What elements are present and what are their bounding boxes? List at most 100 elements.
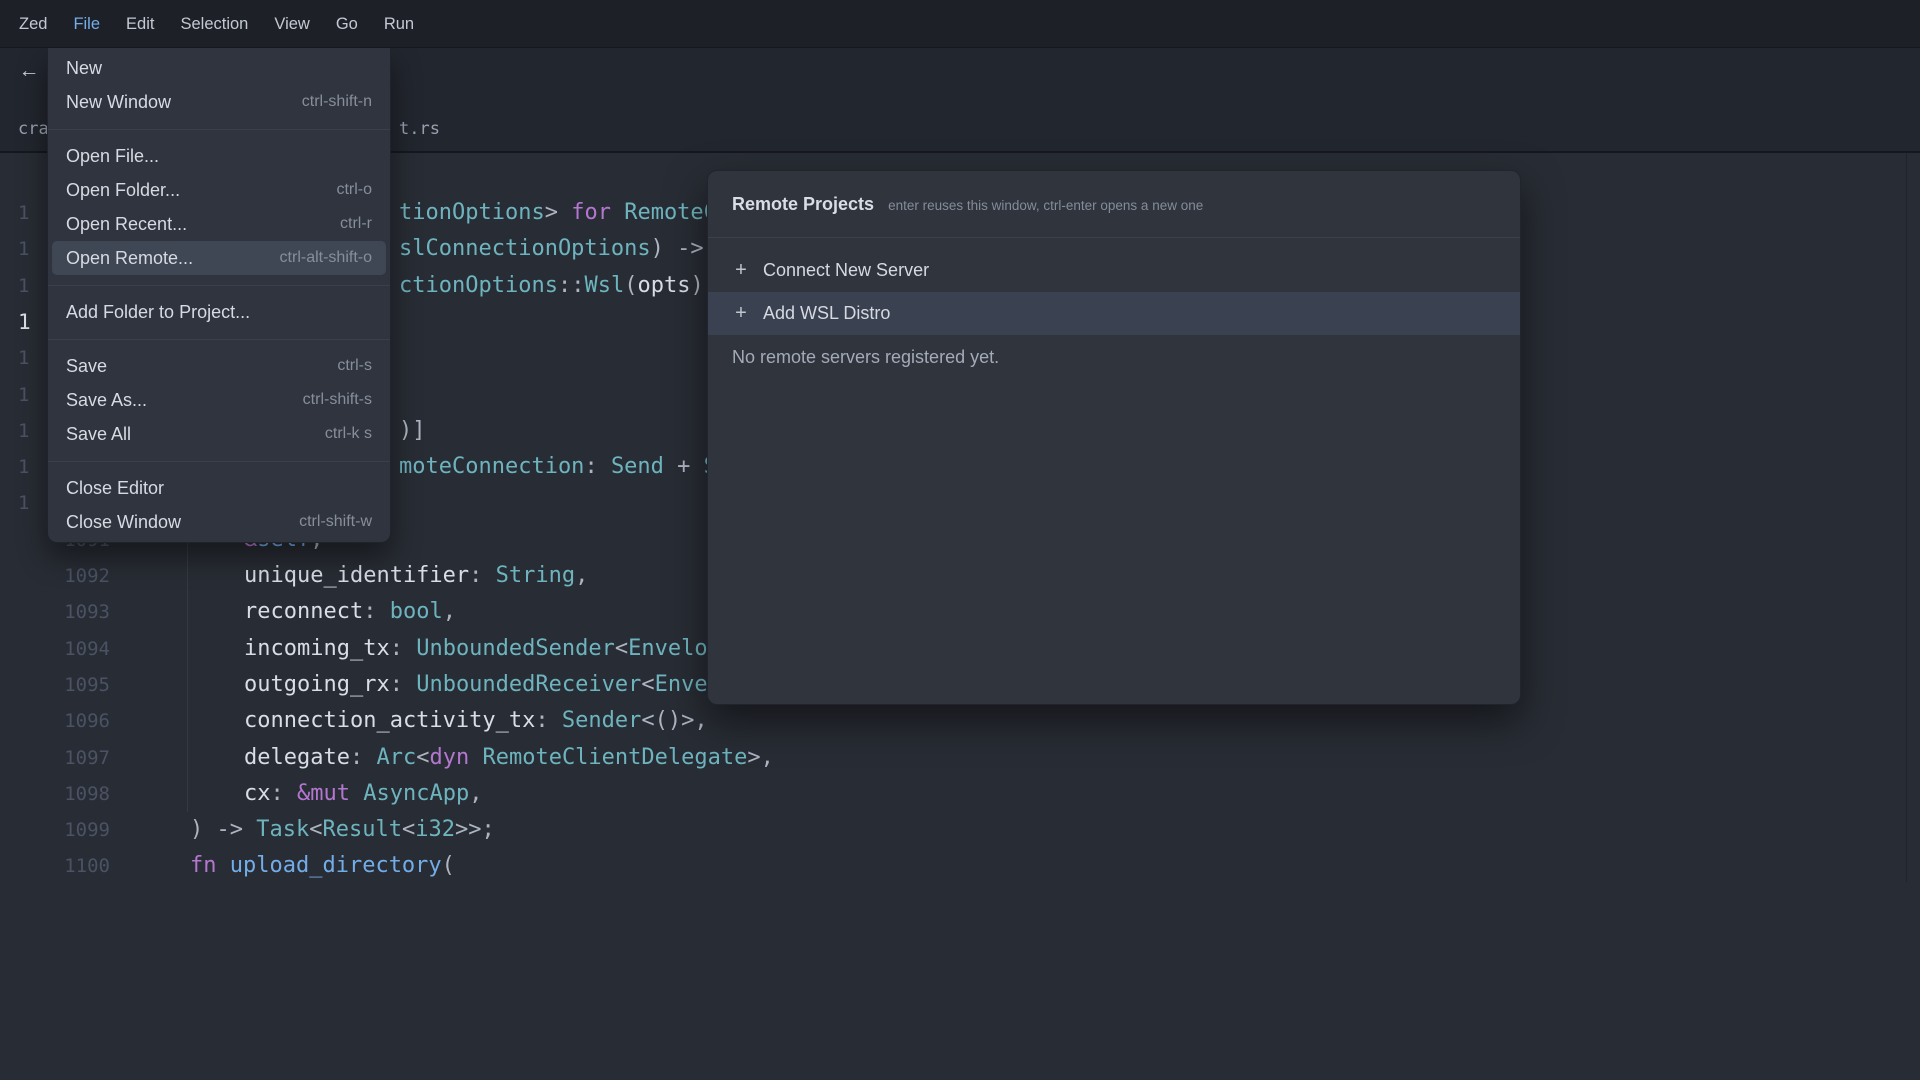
code-token: , [575, 563, 588, 588]
code-token: ) -> [190, 817, 256, 842]
menu-item-label: Save As... [66, 390, 147, 411]
menu-item-label: Open File... [66, 146, 159, 167]
code-token: ( [624, 273, 637, 298]
code-token: : [271, 781, 298, 806]
menubar-item-edit[interactable]: Edit [113, 0, 167, 48]
code-token: Arc [376, 745, 416, 770]
menubar-item-run[interactable]: Run [371, 0, 427, 48]
code-token: &mut [297, 781, 350, 806]
menu-item-shortcut: ctrl-alt-shift-o [264, 249, 372, 267]
menu-bar: ZedFileEditSelectionViewGoRun [0, 0, 1920, 48]
code-line: outgoing_rx: UnboundedReceiver<Envelope>… [244, 667, 787, 703]
code-token: slConnectionOptions [399, 236, 651, 261]
line-number: 1093 [0, 594, 110, 630]
menu-item-open-folder[interactable]: Open Folder... ctrl-o [52, 173, 386, 207]
remote-modal-header: Remote Projects enter reuses this window… [708, 171, 1520, 238]
menu-item-close-window[interactable]: Close Window ctrl-shift-w [52, 505, 386, 539]
menu-item-save-all[interactable]: Save All ctrl-k s [52, 417, 386, 451]
scrollbar-track[interactable] [1906, 153, 1907, 882]
plus-icon: + [732, 302, 750, 325]
code-token: fn [190, 853, 217, 878]
code-token: < [309, 817, 322, 842]
code-token: AsyncApp [363, 781, 469, 806]
menu-item-label: Close Editor [66, 478, 164, 499]
code-token: < [416, 745, 429, 770]
menubar-item-selection[interactable]: Selection [167, 0, 261, 48]
code-token: Sender [562, 708, 641, 733]
code-token: : [390, 636, 417, 661]
menu-item-close-editor[interactable]: Close Editor [52, 471, 386, 505]
file-menu: New New Windowctrl-shift-n Open File... Ope… [47, 48, 391, 543]
modal-action-label: Connect New Server [763, 260, 929, 281]
modal-action-connect-new-server[interactable]: +Connect New Server [708, 249, 1520, 292]
code-token: tionOptions [399, 200, 545, 225]
code-token: connection_activity_tx [244, 708, 535, 733]
code-token: < [402, 817, 415, 842]
menu-item-new-window[interactable]: New Windowctrl-shift-n [52, 85, 386, 119]
code-token: )] [399, 418, 426, 443]
menu-item-label: Save All [66, 424, 131, 445]
menubar-item-file[interactable]: File [60, 0, 113, 48]
code-line: ctionOptions::Wsl(opts) [399, 268, 704, 304]
breadcrumb-right-fragment: t.rs [399, 114, 440, 144]
line-number: 1097 [0, 740, 110, 776]
remote-modal-title: Remote Projects [732, 194, 874, 215]
menu-item-open-recent[interactable]: Open Recent...ctrl-r [52, 207, 386, 241]
code-token: unique_identifier [244, 563, 469, 588]
code-token: Result [322, 817, 401, 842]
menubar-item-zed[interactable]: Zed [6, 0, 60, 48]
menu-item-shortcut: ctrl-s [321, 357, 372, 375]
code-line: reconnect: bool, [244, 594, 456, 630]
line-number: 1095 [0, 667, 110, 703]
menu-item-open-remote[interactable]: Open Remote...ctrl-alt-shift-o [52, 241, 386, 275]
code-token: Send [611, 454, 664, 479]
code-token: bool [390, 599, 443, 624]
code-token: <()>, [641, 708, 707, 733]
code-line: moteConnection: Send + Sy [399, 449, 730, 485]
remote-projects-modal: Remote Projects enter reuses this window… [707, 170, 1521, 705]
menu-item-shortcut: ctrl-k s [309, 425, 372, 443]
remote-modal-hint: enter reuses this window, ctrl-enter ope… [888, 195, 1203, 213]
menu-item-add-folder-to-project[interactable]: Add Folder to Project... [52, 295, 386, 329]
line-number: 1098 [0, 776, 110, 812]
code-line: )] [399, 413, 426, 449]
menu-item-new[interactable]: New [52, 51, 386, 85]
code-token: opts [637, 273, 690, 298]
code-token: : [390, 672, 417, 697]
menubar-item-view[interactable]: View [261, 0, 322, 48]
menu-item-save[interactable]: Savectrl-s [52, 349, 386, 383]
code-token: String [496, 563, 575, 588]
menu-item-shortcut: ctrl-o [320, 181, 372, 199]
breadcrumb-left-fragment: cra [18, 114, 49, 144]
code-token: : [350, 745, 377, 770]
back-button[interactable]: ← [14, 56, 44, 86]
line-number: 1100 [0, 848, 110, 884]
code-token: for [571, 200, 611, 225]
code-token: i32 [415, 817, 455, 842]
line-number: 1094 [0, 631, 110, 667]
menu-item-shortcut: ctrl-shift-s [287, 391, 372, 409]
code-token: Task [256, 817, 309, 842]
code-token: ) [690, 273, 703, 298]
menu-item-save-as[interactable]: Save As... ctrl-shift-s [52, 383, 386, 417]
code-token: < [641, 672, 654, 697]
code-token: Wsl [584, 273, 624, 298]
code-line: fn upload_directory( [190, 848, 455, 884]
code-token: , [469, 781, 482, 806]
menu-item-label: Open Folder... [66, 180, 180, 201]
code-token: UnboundedSender [416, 636, 615, 661]
code-line: ) -> Task<Result<i32>>; [190, 812, 495, 848]
code-line: unique_identifier: String, [244, 558, 588, 594]
code-line: incoming_tx: UnboundedSender<Envelope>, [244, 631, 761, 667]
code-token: + [664, 454, 704, 479]
code-token: : [469, 563, 496, 588]
code-token: moteConnection [399, 454, 584, 479]
code-token: >, [747, 745, 774, 770]
menu-item-open-file[interactable]: Open File... [52, 139, 386, 173]
menubar-item-go[interactable]: Go [323, 0, 371, 48]
menu-item-label: Close Window [66, 512, 181, 533]
modal-action-add-wsl-distro[interactable]: +Add WSL Distro [708, 292, 1520, 335]
code-token: :: [558, 273, 585, 298]
menu-item-shortcut: ctrl-shift-w [283, 513, 372, 531]
menu-item-label: New [66, 58, 102, 79]
